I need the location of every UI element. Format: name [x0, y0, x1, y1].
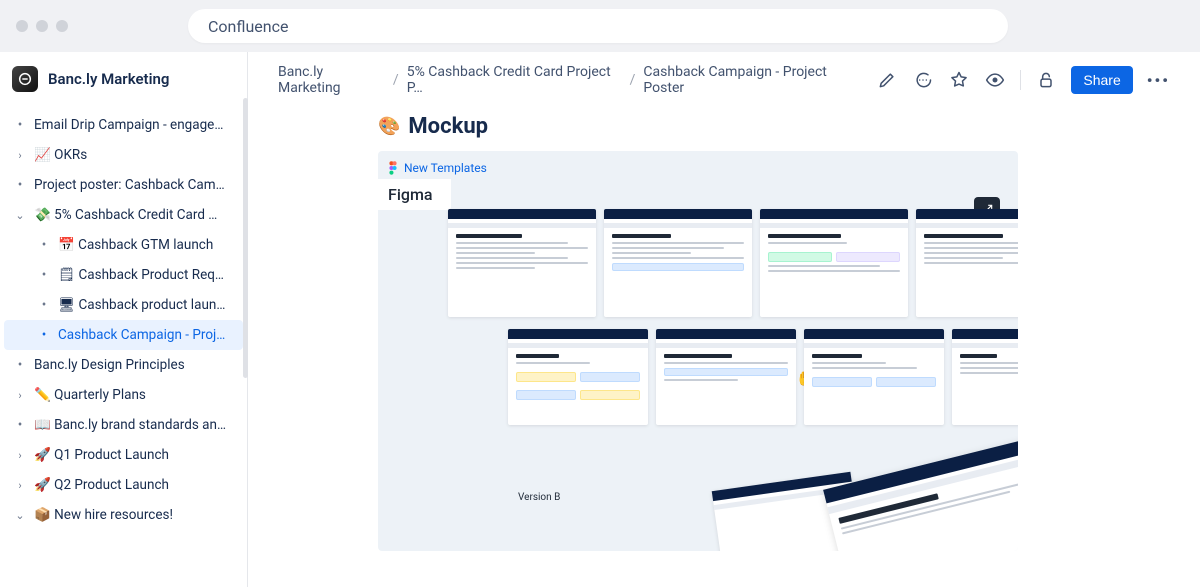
search-input[interactable]: Confluence	[188, 9, 1008, 43]
sidebar-item[interactable]: • 🖥 Cashback product laun…	[4, 290, 243, 320]
sidebar-item-label: 🖥 Cashback product laun…	[58, 297, 225, 313]
sidebar-item-label: Banc.ly Design Principles	[34, 357, 185, 373]
sidebar-item-label: 📅 Cashback GTM launch	[58, 237, 213, 253]
sidebar-item-label: 🚀 Q2 Product Launch	[34, 477, 169, 493]
artboard-thumbnail[interactable]	[604, 209, 752, 317]
sidebar-item[interactable]: › 📈 OKRs	[4, 140, 243, 170]
breadcrumb: Banc.ly Marketing / 5% Cashback Credit C…	[278, 64, 862, 96]
sidebar-item-label: Project poster: Cashback Cam…	[34, 177, 225, 193]
share-button[interactable]: Share	[1071, 66, 1132, 94]
chevron-icon[interactable]: ›	[12, 389, 28, 402]
bullet-icon: •	[36, 297, 52, 313]
edit-icon[interactable]	[876, 69, 898, 91]
bullet-icon: •	[36, 327, 52, 343]
sidebar-item-label: 📦 New hire resources!	[34, 507, 173, 523]
figma-file-tab[interactable]: New Templates	[388, 161, 487, 175]
sidebar-item[interactable]: ⌄ 💸 5% Cashback Credit Card …	[4, 200, 243, 230]
window-traffic-lights	[16, 20, 68, 32]
actions-divider	[1020, 70, 1021, 90]
artboard-thumbnail[interactable]	[656, 329, 796, 425]
search-text: Confluence	[208, 17, 288, 36]
artboard-thumbnail[interactable]	[448, 209, 596, 317]
figma-canvas[interactable]: ✋ Version B	[378, 179, 1018, 551]
sidebar-item[interactable]: › 🚀 Q2 Product Launch	[4, 470, 243, 500]
chevron-icon[interactable]: ›	[12, 479, 28, 492]
sidebar-item-label: Email Drip Campaign - engage…	[34, 117, 223, 133]
sidebar-item-label: 💸 5% Cashback Credit Card …	[34, 207, 217, 223]
chevron-icon[interactable]: ⌄	[12, 509, 28, 522]
sidebar-item[interactable]: • Project poster: Cashback Cam…	[4, 170, 243, 200]
more-actions-icon[interactable]: •••	[1147, 71, 1170, 90]
sidebar-item-label: ✏️ Quarterly Plans	[34, 387, 146, 403]
figma-file-name: New Templates	[404, 161, 487, 175]
breadcrumb-separator: /	[393, 72, 399, 88]
page-title: Mockup	[408, 114, 488, 139]
space-header[interactable]: Banc.ly Marketing	[0, 52, 247, 106]
artboard-thumbnail[interactable]	[823, 437, 1018, 551]
restrictions-icon[interactable]	[1035, 69, 1057, 91]
bullet-icon: •	[12, 177, 28, 193]
sidebar-item[interactable]: ⌄ 📦 New hire resources!	[4, 500, 243, 530]
sidebar: Banc.ly Marketing • Email Drip Campaign -…	[0, 52, 248, 587]
sidebar-item-label: 📖 Banc.ly brand standards an…	[34, 417, 226, 433]
sidebar-item[interactable]: • 🗒 Cashback Product Req…	[4, 260, 243, 290]
sidebar-item-label: 🚀 Q1 Product Launch	[34, 447, 169, 463]
artboard-thumbnail[interactable]	[508, 329, 648, 425]
figma-embed[interactable]: New Templates Figma − + ✋	[378, 151, 1018, 551]
star-icon[interactable]	[948, 69, 970, 91]
canvas-section-label: Version B	[518, 492, 560, 503]
sidebar-item-label: Cashback Campaign - Proj…	[58, 327, 225, 343]
content-header: Banc.ly Marketing / 5% Cashback Credit C…	[248, 52, 1200, 108]
sidebar-item[interactable]: › ✏️ Quarterly Plans	[4, 380, 243, 410]
window-topbar: Confluence	[0, 0, 1200, 52]
bullet-icon: •	[36, 237, 52, 253]
space-name: Banc.ly Marketing	[48, 70, 169, 88]
figma-logo-icon	[388, 161, 398, 175]
chevron-icon[interactable]: ⌄	[12, 209, 28, 222]
breadcrumb-separator: /	[630, 72, 636, 88]
comment-icon[interactable]	[912, 69, 934, 91]
space-logo-icon	[12, 66, 38, 92]
artboard-thumbnail[interactable]	[952, 329, 1018, 425]
bullet-icon: •	[12, 417, 28, 433]
chevron-icon[interactable]: ›	[12, 149, 28, 162]
breadcrumb-parent[interactable]: 5% Cashback Credit Card Project P…	[407, 64, 622, 96]
bullet-icon: •	[12, 117, 28, 133]
artboard-thumbnail[interactable]	[804, 329, 944, 425]
bullet-icon: •	[12, 357, 28, 373]
sidebar-item[interactable]: › 🚀 Q1 Product Launch	[4, 440, 243, 470]
watch-icon[interactable]	[984, 69, 1006, 91]
heading-emoji-icon: 🎨	[378, 116, 400, 137]
breadcrumb-current[interactable]: Cashback Campaign - Project Poster	[643, 64, 862, 96]
artboard-thumbnail[interactable]	[760, 209, 908, 317]
page-heading: 🎨 Mockup	[378, 114, 1170, 139]
sidebar-item[interactable]: • Banc.ly Design Principles	[4, 350, 243, 380]
sidebar-item-selected[interactable]: • Cashback Campaign - Proj…	[4, 320, 243, 350]
breadcrumb-space[interactable]: Banc.ly Marketing	[278, 64, 385, 96]
sidebar-item-label: 📈 OKRs	[34, 147, 87, 163]
bullet-icon: •	[36, 267, 52, 283]
page-actions: Share •••	[876, 66, 1170, 94]
traffic-light-zoom[interactable]	[56, 20, 68, 32]
traffic-light-close[interactable]	[16, 20, 28, 32]
sidebar-item-label: 🗒 Cashback Product Req…	[58, 267, 224, 283]
sidebar-item[interactable]: • 📅 Cashback GTM launch	[4, 230, 243, 260]
artboard-thumbnail[interactable]	[916, 209, 1018, 317]
page-tree: • Email Drip Campaign - engage… › 📈 OKRs • Pr…	[0, 106, 247, 540]
sidebar-item[interactable]: • 📖 Banc.ly brand standards an…	[4, 410, 243, 440]
sidebar-scrollbar[interactable]	[243, 98, 248, 378]
page-body: 🎨 Mockup New Templates Figma	[248, 108, 1200, 587]
traffic-light-minimize[interactable]	[36, 20, 48, 32]
chevron-icon[interactable]: ›	[12, 449, 28, 462]
content-area: Banc.ly Marketing / 5% Cashback Credit C…	[248, 52, 1200, 587]
sidebar-item[interactable]: • Email Drip Campaign - engage…	[4, 110, 243, 140]
